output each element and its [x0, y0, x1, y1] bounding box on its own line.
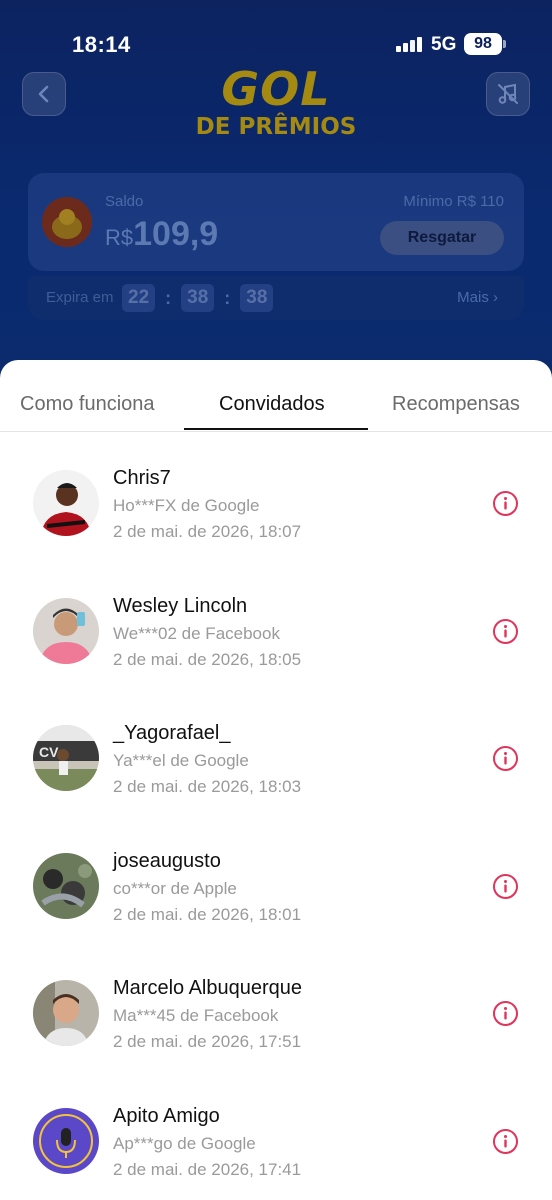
- info-icon[interactable]: [492, 1000, 519, 1027]
- avatar: [33, 852, 99, 919]
- invitee-name: Marcelo Albuquerque: [113, 977, 303, 999]
- invitee-date: 2 de mai. de 2026, 18:01: [113, 904, 302, 924]
- timer-seconds: 38: [240, 284, 274, 312]
- tab-rewards[interactable]: Recompensas: [392, 393, 520, 416]
- countdown-timer: 22 : 38 : 38: [122, 284, 274, 312]
- list-item[interactable]: Chris7 Ho***FX de Google 2 de mai. de 20…: [0, 432, 552, 560]
- expiry-row: Expira em 22 : 38 : 38 Mais ›: [28, 276, 524, 320]
- redeem-button[interactable]: Resgatar: [380, 221, 504, 255]
- list-item[interactable]: joseaugusto co***or de Apple 2 de mai. d…: [0, 815, 552, 943]
- invitee-date: 2 de mai. de 2026, 17:51: [113, 1032, 302, 1051]
- invitee-name: Apito Amigo: [113, 1104, 220, 1127]
- more-link[interactable]: Mais ›: [457, 289, 498, 306]
- tab-how-it-works[interactable]: Como funciona: [20, 393, 155, 416]
- invitee-date: 2 de mai. de 2026, 17:41: [113, 1159, 302, 1179]
- list-item[interactable]: Marcelo Albuquerque Ma***45 de Facebook …: [0, 942, 552, 1070]
- balance-amount: R$109,9: [105, 215, 218, 254]
- chevron-left-icon: [38, 85, 49, 103]
- timer-minutes: 38: [181, 284, 215, 312]
- invitee-source: co***or de Apple: [113, 878, 237, 898]
- active-tab-indicator: [184, 428, 368, 430]
- avatar: [33, 980, 99, 1046]
- info-icon[interactable]: [492, 1128, 519, 1155]
- info-icon[interactable]: [492, 490, 519, 517]
- info-icon[interactable]: [492, 745, 519, 772]
- list-item[interactable]: Apito Amigo Ap***go de Google 2 de mai. …: [0, 1070, 552, 1198]
- invitee-list: Chris7 Ho***FX de Google 2 de mai. de 20…: [0, 432, 552, 1197]
- back-button[interactable]: [22, 72, 66, 116]
- invitee-name: Chris7: [113, 467, 171, 489]
- battery-cap: [503, 40, 506, 48]
- music-off-icon: [498, 83, 518, 104]
- balance-label: Saldo: [105, 193, 144, 210]
- timer-hours: 22: [122, 284, 156, 312]
- logo-title: GOL: [221, 62, 331, 116]
- invitee-source: Ap***go de Google: [113, 1133, 256, 1153]
- balance-card: Saldo R$109,9 Mínimo R$ 110 Resgatar: [28, 173, 524, 271]
- invitee-source: We***02 de Facebook: [113, 623, 280, 643]
- tab-bar: Como funciona Convidados Recompensas: [0, 360, 552, 432]
- status-time: 18:14: [72, 32, 131, 57]
- list-item[interactable]: CV _Yagorafael_ Ya***el de Google 2 de m…: [0, 687, 552, 815]
- tab-invited[interactable]: Convidados: [219, 393, 325, 416]
- app-logo: GOL DE PRÊMIOS: [190, 66, 362, 156]
- music-toggle-button[interactable]: [486, 72, 530, 116]
- invitee-name: joseaugusto: [113, 849, 221, 872]
- avatar: CV: [33, 725, 99, 791]
- invitee-source: Ho***FX de Google: [113, 496, 260, 515]
- invitee-name: Wesley Lincoln: [113, 594, 248, 617]
- avatar: [33, 470, 99, 536]
- expiry-label: Expira em: [46, 289, 114, 306]
- svg-text:CV: CV: [39, 744, 59, 760]
- balance-avatar: [42, 197, 92, 247]
- timer-separator: :: [165, 287, 172, 308]
- invitee-source: Ya***el de Google: [113, 751, 249, 770]
- timer-separator: :: [224, 287, 231, 308]
- list-item[interactable]: Wesley Lincoln We***02 de Facebook 2 de …: [0, 560, 552, 688]
- info-icon[interactable]: [492, 618, 519, 645]
- background-app: 18:14 5G 98 GOL DE PRÊMIOS Saldo R$109,9…: [0, 0, 552, 380]
- avatar: [33, 597, 99, 664]
- network-type: 5G: [431, 34, 457, 55]
- invitee-date: 2 de mai. de 2026, 18:07: [113, 522, 302, 541]
- invitee-name: _Yagorafael_: [113, 722, 231, 744]
- invitee-source: Ma***45 de Facebook: [113, 1006, 279, 1025]
- invited-sheet: Como funciona Convidados Recompensas Chr…: [0, 360, 552, 1200]
- signal-icon: [396, 36, 424, 52]
- invitee-date: 2 de mai. de 2026, 18:05: [113, 649, 302, 669]
- minimum-label: Mínimo R$ 110: [403, 193, 504, 210]
- balance-currency: R$: [105, 225, 134, 250]
- invitee-date: 2 de mai. de 2026, 18:03: [113, 777, 302, 796]
- logo-subtitle: DE PRÊMIOS: [195, 114, 357, 140]
- battery-icon: 98: [464, 33, 502, 55]
- balance-number: 109,9: [133, 215, 219, 253]
- info-icon[interactable]: [492, 873, 519, 900]
- avatar: [33, 1107, 99, 1174]
